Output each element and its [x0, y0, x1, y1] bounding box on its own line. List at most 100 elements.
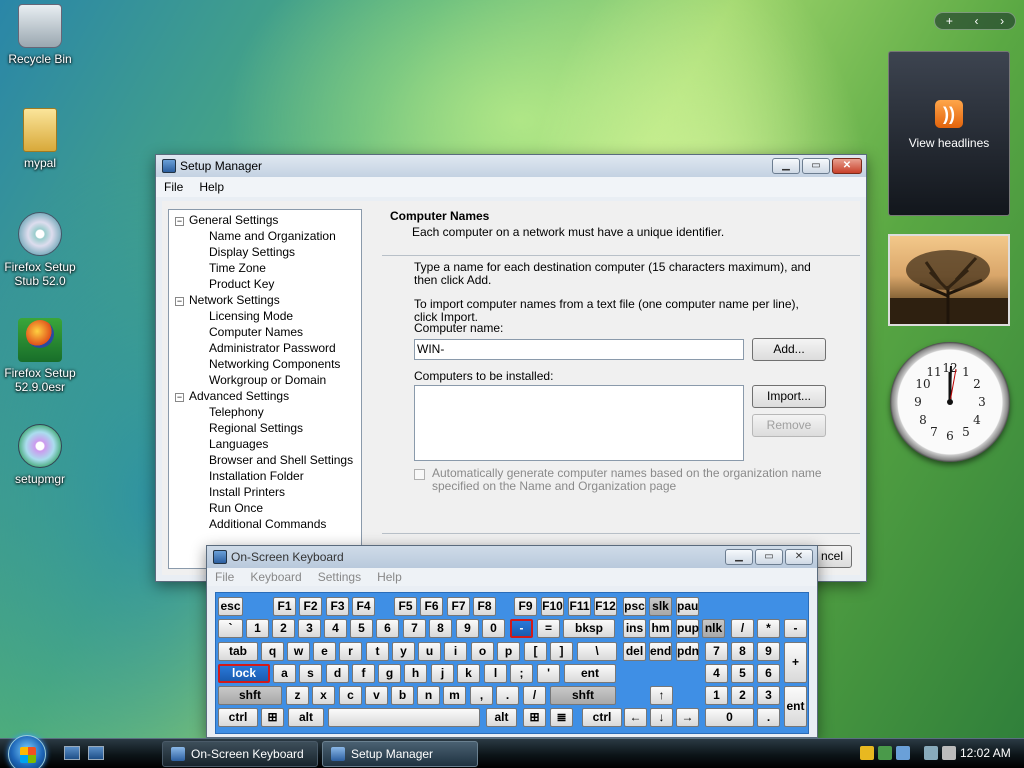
key-p[interactable]: p	[497, 642, 520, 661]
key-o[interactable]: o	[471, 642, 494, 661]
key-5[interactable]: 5	[350, 619, 373, 638]
key-f3[interactable]: F3	[326, 597, 349, 616]
key-pup[interactable]: pup	[676, 619, 699, 638]
key-t[interactable]: t	[366, 642, 389, 661]
setup-manager-titlebar[interactable]: Setup Manager ▁ ▭ ✕	[156, 155, 866, 177]
key-i[interactable]: i	[444, 642, 467, 661]
next-gadget-button[interactable]: ›	[1000, 14, 1004, 28]
key-symbol[interactable]: -	[784, 619, 807, 638]
key-f10[interactable]: F10	[541, 597, 564, 616]
key-1[interactable]: 1	[705, 686, 728, 705]
key-del[interactable]: del	[623, 642, 646, 661]
key-6[interactable]: 6	[376, 619, 399, 638]
show-desktop-icon[interactable]	[64, 746, 80, 760]
key-6[interactable]: 6	[757, 664, 780, 683]
taskbar-button-setup-manager[interactable]: Setup Manager	[322, 741, 478, 767]
key-f11[interactable]: F11	[568, 597, 591, 616]
key-symbol[interactable]: ↑	[650, 686, 673, 705]
key-d[interactable]: d	[326, 664, 349, 683]
key-symbol[interactable]: ]	[550, 642, 573, 661]
key-4[interactable]: 4	[705, 664, 728, 683]
key-f9[interactable]: F9	[514, 597, 537, 616]
key-symbol[interactable]: `	[218, 619, 243, 638]
volume-muted-icon[interactable]	[942, 746, 956, 760]
key-v[interactable]: v	[365, 686, 388, 705]
tree-item[interactable]: Browser and Shell Settings	[169, 452, 361, 468]
key-l[interactable]: l	[484, 664, 507, 683]
menu-file[interactable]: File	[215, 570, 234, 584]
key-bksp[interactable]: bksp	[563, 619, 615, 638]
key-0[interactable]: 0	[705, 708, 754, 727]
key-symbol[interactable]: .	[496, 686, 519, 705]
tree-item[interactable]: Install Printers	[169, 484, 361, 500]
key-9[interactable]: 9	[757, 642, 780, 661]
key-pau[interactable]: pau	[676, 597, 699, 616]
key-4[interactable]: 4	[324, 619, 347, 638]
key-5[interactable]: 5	[731, 664, 754, 683]
key-symbol[interactable]: ;	[510, 664, 533, 683]
tree-item[interactable]: Administrator Password	[169, 340, 361, 356]
tree-item[interactable]: Computer Names	[169, 324, 361, 340]
computers-to-install-list[interactable]	[414, 385, 744, 461]
key-3[interactable]: 3	[298, 619, 321, 638]
key-space[interactable]	[328, 708, 480, 727]
key-8[interactable]: 8	[731, 642, 754, 661]
key-symbol[interactable]: ⊞	[523, 708, 546, 727]
key-f2[interactable]: F2	[299, 597, 322, 616]
menu-help[interactable]: Help	[377, 570, 402, 584]
collapse-icon[interactable]: −	[175, 217, 184, 226]
key-s[interactable]: s	[299, 664, 322, 683]
tree-item[interactable]: Product Key	[169, 276, 361, 292]
tree-item[interactable]: Installation Folder	[169, 468, 361, 484]
key-symbol[interactable]: /	[523, 686, 546, 705]
tree-item[interactable]: Networking Components	[169, 356, 361, 372]
switch-windows-icon[interactable]	[88, 746, 104, 760]
key-symbol[interactable]: -	[510, 619, 533, 638]
key-f12[interactable]: F12	[594, 597, 617, 616]
feed-headlines-gadget[interactable]: )) View headlines	[888, 51, 1010, 216]
tree-item[interactable]: Languages	[169, 436, 361, 452]
menu-file[interactable]: File	[164, 180, 183, 194]
taskbar-clock[interactable]: 12:02 AM	[960, 746, 1011, 760]
key-j[interactable]: j	[431, 664, 454, 683]
key-alt[interactable]: alt	[288, 708, 324, 727]
remove-button[interactable]: Remove	[752, 414, 826, 437]
key-symbol[interactable]: '	[537, 664, 560, 683]
key-ctrl[interactable]: ctrl	[218, 708, 258, 727]
key-esc[interactable]: esc	[218, 597, 243, 616]
key-g[interactable]: g	[378, 664, 401, 683]
maximize-button[interactable]: ▭	[802, 158, 830, 174]
tree-item[interactable]: − General Settings	[169, 212, 361, 228]
key-k[interactable]: k	[457, 664, 480, 683]
key-7[interactable]: 7	[403, 619, 426, 638]
key-symbol[interactable]: /	[731, 619, 754, 638]
tree-item[interactable]: − Network Settings	[169, 292, 361, 308]
desktop-icon-mypal[interactable]: mypal	[0, 108, 80, 170]
key-slk[interactable]: slk	[649, 597, 672, 616]
collapse-icon[interactable]: −	[175, 297, 184, 306]
key-f8[interactable]: F8	[473, 597, 496, 616]
network-connection-icon[interactable]	[924, 746, 938, 760]
key-8[interactable]: 8	[429, 619, 452, 638]
key-7[interactable]: 7	[705, 642, 728, 661]
key-f1[interactable]: F1	[273, 597, 296, 616]
menu-settings[interactable]: Settings	[318, 570, 361, 584]
previous-gadget-button[interactable]: ‹	[975, 14, 979, 28]
osk-titlebar[interactable]: On-Screen Keyboard ▁ ▭ ✕	[207, 546, 817, 568]
tree-item[interactable]: − Advanced Settings	[169, 388, 361, 404]
import-button[interactable]: Import...	[752, 385, 826, 408]
key-symbol[interactable]: +	[784, 642, 807, 683]
network-tray-icon[interactable]	[878, 746, 892, 760]
add-button[interactable]: Add...	[752, 338, 826, 361]
key-symbol[interactable]: *	[757, 619, 780, 638]
key-0[interactable]: 0	[482, 619, 505, 638]
key-shft[interactable]: shft	[550, 686, 616, 705]
key-ent[interactable]: ent	[564, 664, 616, 683]
key-f5[interactable]: F5	[394, 597, 417, 616]
key-ctrl[interactable]: ctrl	[582, 708, 622, 727]
key-u[interactable]: u	[418, 642, 441, 661]
key-symbol[interactable]: ,	[470, 686, 493, 705]
tree-item[interactable]: Telephony	[169, 404, 361, 420]
computer-name-input[interactable]: WIN-	[414, 339, 744, 360]
start-orb-button[interactable]	[8, 735, 46, 768]
